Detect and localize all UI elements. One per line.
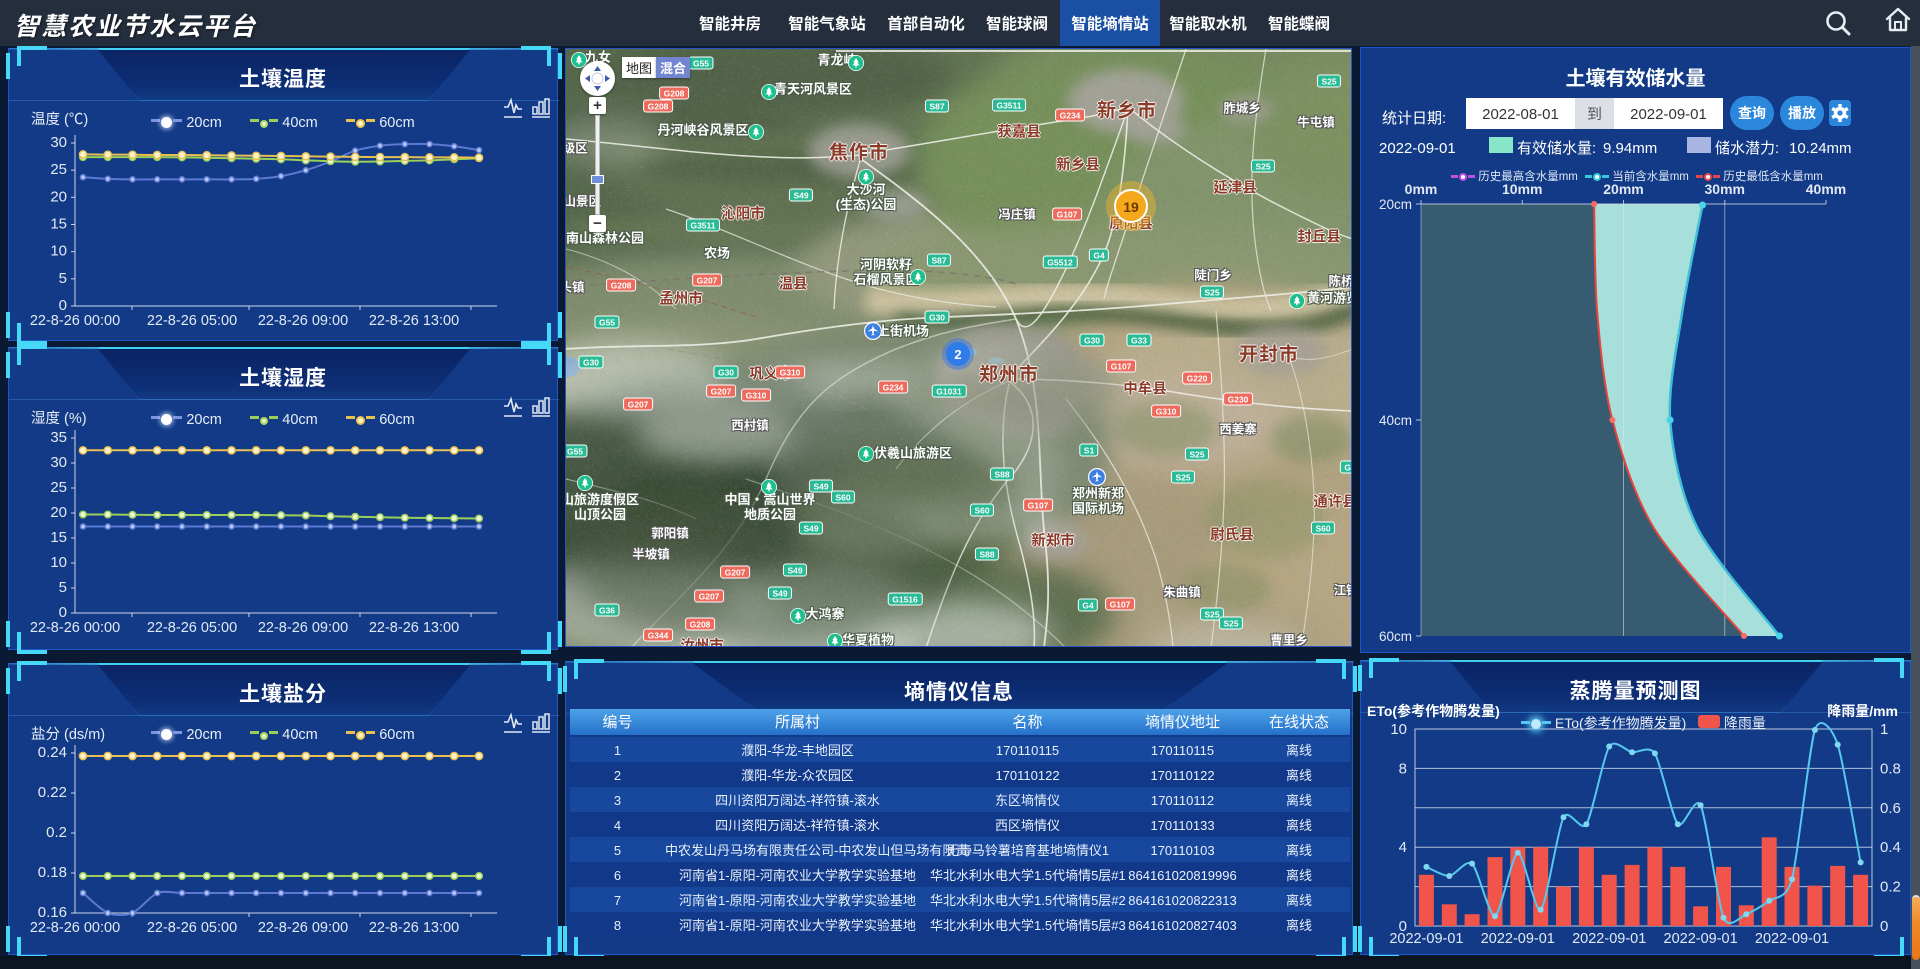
svg-text:22-8-26 00:00: 22-8-26 00:00 — [30, 309, 120, 330]
svg-text:22-8-26 09:00: 22-8-26 09:00 — [258, 916, 348, 937]
svg-text:0.2: 0.2 — [1880, 876, 1901, 897]
svg-text:10: 10 — [1390, 718, 1407, 739]
svg-text:25: 25 — [50, 158, 67, 179]
svg-text:10: 10 — [50, 240, 67, 261]
svg-text:0.24: 0.24 — [38, 741, 67, 762]
svg-text:22-8-26 09:00: 22-8-26 09:00 — [258, 309, 348, 330]
svg-text:0.18: 0.18 — [38, 861, 67, 882]
svg-text:22-8-26 05:00: 22-8-26 05:00 — [147, 309, 237, 330]
svg-text:25: 25 — [50, 476, 67, 497]
svg-text:0.8: 0.8 — [1880, 757, 1901, 778]
svg-text:1: 1 — [1880, 718, 1888, 739]
svg-text:10: 10 — [50, 551, 67, 572]
svg-text:22-8-26 13:00: 22-8-26 13:00 — [369, 616, 459, 637]
svg-text:2022-09-01: 2022-09-01 — [1389, 927, 1463, 948]
svg-text:2022-09-01: 2022-09-01 — [1481, 927, 1555, 948]
svg-text:35: 35 — [50, 426, 67, 447]
svg-text:40mm: 40mm — [1806, 179, 1846, 199]
svg-text:22-8-26 13:00: 22-8-26 13:00 — [369, 309, 459, 330]
svg-text:60cm: 60cm — [1379, 625, 1412, 645]
svg-text:0: 0 — [1880, 915, 1888, 936]
svg-text:15: 15 — [50, 213, 67, 234]
svg-text:15: 15 — [50, 526, 67, 547]
svg-text:30: 30 — [50, 131, 67, 152]
svg-text:22-8-26 00:00: 22-8-26 00:00 — [30, 916, 120, 937]
svg-text:10mm: 10mm — [1502, 179, 1542, 199]
svg-text:20: 20 — [50, 185, 67, 206]
svg-text:8: 8 — [1399, 757, 1407, 778]
svg-text:40cm: 40cm — [1379, 409, 1412, 429]
svg-text:22-8-26 05:00: 22-8-26 05:00 — [147, 916, 237, 937]
svg-text:20cm: 20cm — [1379, 193, 1412, 213]
svg-text:22-8-26 00:00: 22-8-26 00:00 — [30, 616, 120, 637]
svg-text:0.2: 0.2 — [46, 821, 67, 842]
svg-text:22-8-26 13:00: 22-8-26 13:00 — [369, 916, 459, 937]
svg-text:5: 5 — [59, 267, 67, 288]
svg-text:22-8-26 05:00: 22-8-26 05:00 — [147, 616, 237, 637]
svg-text:30: 30 — [50, 451, 67, 472]
svg-text:0.6: 0.6 — [1880, 797, 1901, 818]
svg-text:4: 4 — [1399, 836, 1407, 857]
svg-text:5: 5 — [59, 576, 67, 597]
svg-text:20: 20 — [50, 501, 67, 522]
svg-text:20mm: 20mm — [1603, 179, 1643, 199]
svg-text:0.22: 0.22 — [38, 781, 67, 802]
svg-text:2022-09-01: 2022-09-01 — [1572, 927, 1646, 948]
svg-text:2022-09-01: 2022-09-01 — [1755, 927, 1829, 948]
svg-text:2022-09-01: 2022-09-01 — [1664, 927, 1738, 948]
svg-text:22-8-26 09:00: 22-8-26 09:00 — [258, 616, 348, 637]
svg-text:0.4: 0.4 — [1880, 836, 1901, 857]
svg-text:30mm: 30mm — [1705, 179, 1745, 199]
